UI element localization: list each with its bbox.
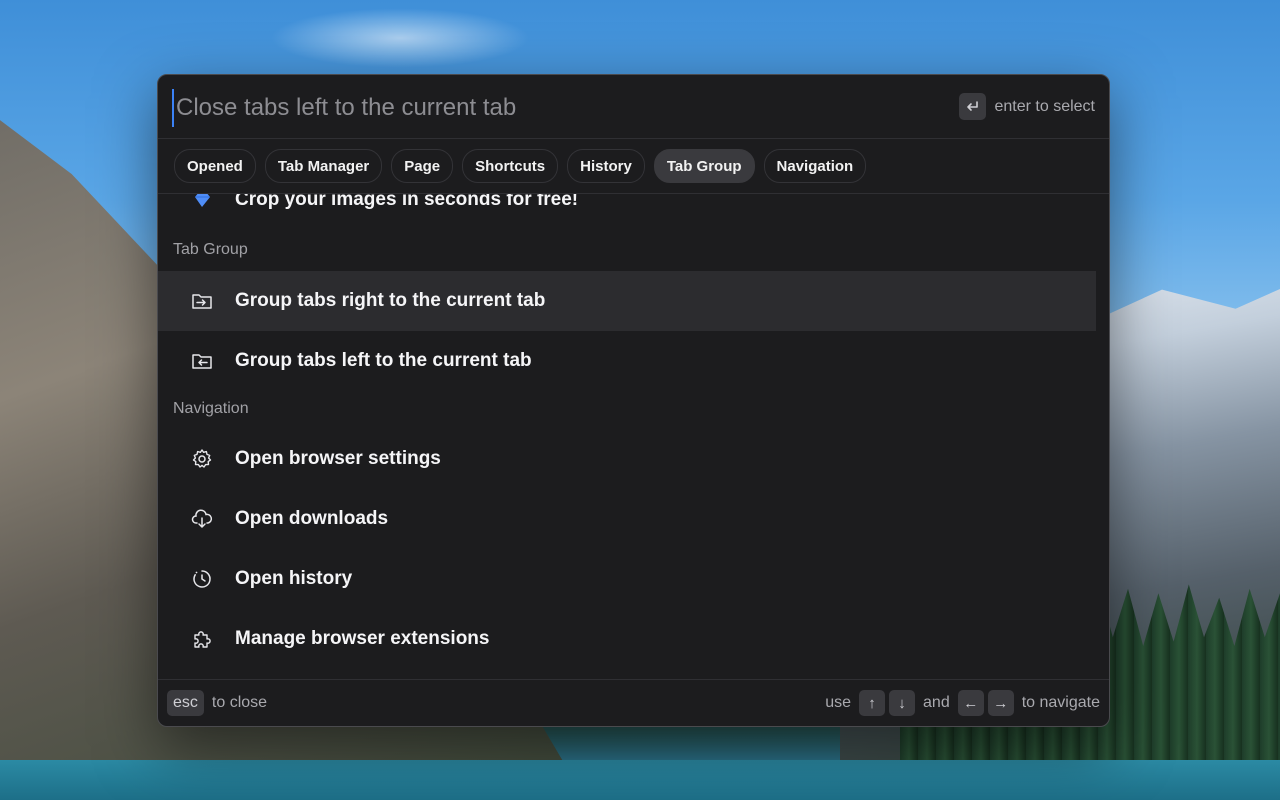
results-list: Crop your images in seconds for free! Ta… [158,194,1109,680]
arrow-left-key-icon: ← [957,690,984,716]
tab-opened[interactable]: Opened [174,149,256,183]
search-input[interactable] [172,89,898,127]
item-label: Manage browser extensions [235,628,490,649]
folder-arrow-right-icon [191,290,213,312]
arrow-up-key-icon: ↑ [859,690,886,716]
folder-arrow-left-icon [191,350,213,372]
diamond-icon [191,194,213,211]
tab-shortcuts[interactable]: Shortcuts [462,149,559,183]
item-label: Open downloads [235,508,389,529]
command-palette: enter to select Opened Tab Manager Page … [157,74,1110,727]
list-item-browser-settings[interactable]: Open browser settings [158,429,1096,489]
tab-tab-manager[interactable]: Tab Manager [264,149,383,183]
section-title-navigation: Navigation [173,400,249,417]
puzzle-icon [191,628,213,650]
arrow-down-key-icon: ↓ [889,690,916,716]
tab-tab-group[interactable]: Tab Group [653,149,755,183]
footer-hints: esc to close use ↑ ↓ and ← → to navigate [158,679,1109,726]
tab-page[interactable]: Page [391,149,454,183]
and-text: and [923,694,950,711]
list-item-downloads[interactable]: Open downloads [158,489,1096,549]
search-bar: enter to select [158,75,1109,139]
clock-history-icon [191,568,213,590]
item-label: Open history [235,568,353,589]
item-label: Open browser settings [235,448,441,469]
navigate-hint-text: to navigate [1021,694,1100,711]
use-text: use [825,694,852,711]
promo-label: Crop your images in seconds for free! [235,194,579,210]
cloud-download-icon [191,508,213,530]
list-item-group-left[interactable]: Group tabs left to the current tab [158,331,1096,391]
list-item-extensions[interactable]: Manage browser extensions [158,609,1096,669]
list-item-group-right[interactable]: Group tabs right to the current tab [158,271,1096,331]
section-title-tab-group: Tab Group [173,241,248,258]
close-hint-text: to close [211,694,268,711]
wallpaper-cloud [270,8,530,68]
enter-hint: enter to select [958,93,1096,120]
enter-hint-text: enter to select [994,97,1096,115]
arrow-right-key-icon: → [987,690,1014,716]
list-item-promo[interactable]: Crop your images in seconds for free! [158,194,1096,230]
gear-icon [191,448,213,470]
item-label: Group tabs right to the current tab [235,290,546,311]
category-tabs: Opened Tab Manager Page Shortcuts Histor… [158,139,1109,194]
wallpaper-lake [0,760,1280,800]
list-item-history[interactable]: Open history [158,549,1096,609]
tab-navigation[interactable]: Navigation [763,149,867,183]
esc-key: esc [167,690,204,716]
tab-history[interactable]: History [567,149,645,183]
enter-key-icon [958,93,986,120]
item-label: Group tabs left to the current tab [235,350,532,371]
